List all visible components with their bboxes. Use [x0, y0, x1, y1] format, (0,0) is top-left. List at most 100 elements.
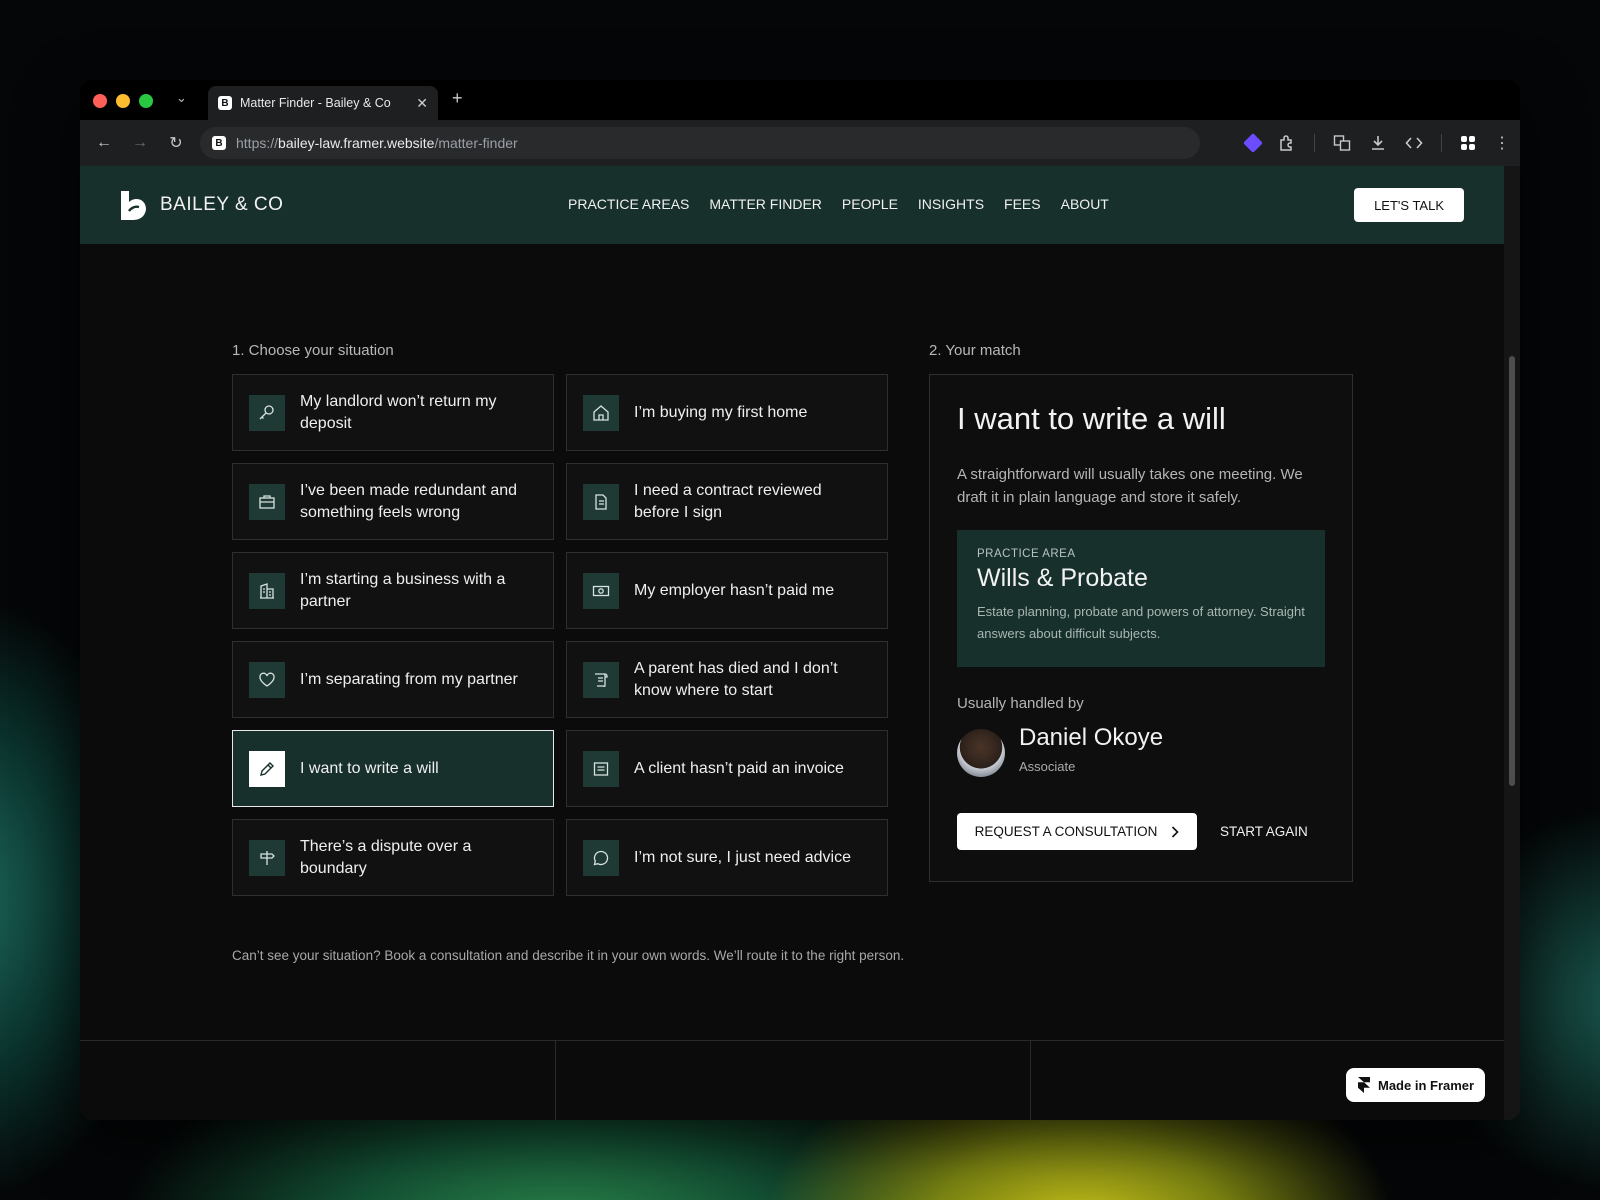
framer-logo-icon — [1358, 1077, 1370, 1093]
scroll-icon — [583, 661, 619, 698]
start-again-button[interactable]: START AGAIN — [1220, 824, 1308, 839]
browser-window: ⌄ B Matter Finder - Bailey & Co ✕ + ← → … — [80, 80, 1520, 1120]
situation-card[interactable]: A parent has died and I don’t know where… — [566, 641, 888, 718]
toolbar-icons: ⋮ — [1243, 120, 1510, 166]
situation-card-selected[interactable]: I want to write a will — [232, 730, 554, 807]
situation-card[interactable]: I’m starting a business with a partner — [232, 552, 554, 629]
key-icon — [249, 394, 285, 431]
practice-area-name: Wills & Probate — [977, 564, 1148, 592]
address-bar[interactable]: B https://bailey-law.framer.website/matt… — [200, 127, 1200, 159]
practice-area-box: PRACTICE AREA Wills & Probate Estate pla… — [957, 530, 1325, 667]
tab-bar: ⌄ B Matter Finder - Bailey & Co ✕ + — [80, 80, 1520, 120]
situation-label: My landlord won’t return my deposit — [300, 392, 497, 432]
reload-icon[interactable]: ↻ — [158, 133, 194, 153]
match-panel: I want to write a will A straightforward… — [929, 374, 1353, 882]
person-name: Daniel Okoye — [1019, 724, 1164, 751]
pen-icon — [249, 750, 285, 787]
extension-diamond-icon[interactable] — [1243, 133, 1263, 153]
site-info-icon[interactable]: B — [212, 136, 226, 150]
tab-close-icon[interactable]: ✕ — [416, 95, 428, 112]
toolbar-separator — [1314, 134, 1315, 152]
banknote-icon — [583, 572, 619, 609]
match-title: I want to write a will — [957, 401, 1226, 436]
situation-label: I’m buying my first home — [634, 403, 808, 421]
nav-fees[interactable]: FEES — [1004, 196, 1041, 212]
invoice-icon — [583, 750, 619, 787]
situation-label: My employer hasn’t paid me — [634, 581, 835, 599]
close-window-button[interactable] — [93, 94, 107, 108]
situation-card[interactable]: My landlord won’t return my deposit — [232, 374, 554, 451]
brand-logo[interactable]: BAILEY & CO — [120, 190, 283, 220]
situation-label: I’m separating from my partner — [300, 670, 518, 688]
scrollbar[interactable] — [1504, 166, 1520, 1120]
situation-card[interactable]: I’ve been made redundant and something f… — [232, 463, 554, 540]
scrollbar-thumb[interactable] — [1509, 356, 1515, 786]
code-brackets-icon[interactable] — [1405, 134, 1423, 152]
download-icon[interactable] — [1369, 134, 1387, 152]
avatar — [957, 729, 1005, 777]
minimize-window-button[interactable] — [116, 94, 130, 108]
logo-mark-icon — [121, 191, 146, 220]
extensions-puzzle-icon[interactable] — [1278, 134, 1296, 152]
footer-column-divider — [1030, 1040, 1031, 1120]
footnote: Can’t see your situation? Book a consult… — [232, 948, 905, 963]
chat-bubble-icon — [583, 839, 619, 876]
document-icon — [583, 483, 619, 520]
nav-practice-areas[interactable]: PRACTICE AREAS — [568, 196, 689, 212]
handled-by-label: Usually handled by — [957, 695, 1084, 712]
situation-grid: My landlord won’t return my deposit I’m … — [232, 374, 888, 896]
situation-label: I’m starting a business with a partner — [300, 570, 506, 610]
request-consultation-button[interactable]: REQUEST A CONSULTATION — [957, 813, 1197, 850]
lets-talk-button[interactable]: LET'S TALK — [1354, 188, 1464, 222]
browser-menu-icon[interactable]: ⋮ — [1494, 133, 1510, 153]
chevron-right-icon — [1172, 825, 1180, 838]
situation-label: I want to write a will — [300, 759, 439, 777]
nav-matter-finder[interactable]: MATTER FINDER — [709, 196, 822, 212]
tab-title: Matter Finder - Bailey & Co — [240, 96, 391, 110]
situation-card[interactable]: There’s a dispute over a boundary — [232, 819, 554, 896]
situation-card[interactable]: I need a contract reviewed before I sign — [566, 463, 888, 540]
situation-label: I’m not sure, I just need advice — [634, 848, 851, 866]
profile-grid-icon[interactable] — [1460, 135, 1476, 151]
situation-card[interactable]: I’m separating from my partner — [232, 641, 554, 718]
maximize-window-button[interactable] — [139, 94, 153, 108]
signpost-icon — [249, 839, 285, 876]
nav-about[interactable]: ABOUT — [1061, 196, 1109, 212]
situation-card[interactable]: I’m buying my first home — [566, 374, 888, 451]
building-icon — [249, 572, 285, 609]
person-role: Associate — [1019, 759, 1076, 774]
back-arrow-icon[interactable]: ← — [86, 134, 122, 152]
made-in-framer-badge[interactable]: Made in Framer — [1346, 1068, 1486, 1102]
main-nav: PRACTICE AREAS MATTER FINDER PEOPLE INSI… — [568, 196, 1109, 212]
step2-label: 2. Your match — [929, 342, 1021, 359]
nav-insights[interactable]: INSIGHTS — [918, 196, 984, 212]
situation-card[interactable]: I’m not sure, I just need advice — [566, 819, 888, 896]
practice-area-description: Estate planning, probate and powers of a… — [977, 604, 1305, 641]
situation-card[interactable]: A client hasn’t paid an invoice — [566, 730, 888, 807]
toolbar-separator — [1441, 134, 1442, 152]
website-viewport: BAILEY & CO PRACTICE AREAS MATTER FINDER… — [80, 166, 1504, 1120]
situation-label: There’s a dispute over a boundary — [300, 837, 472, 877]
request-consultation-label: REQUEST A CONSULTATION — [974, 824, 1158, 839]
new-tab-plus-icon[interactable]: + — [452, 88, 463, 109]
situation-label: I’ve been made redundant and something f… — [300, 481, 518, 521]
translate-icon[interactable] — [1333, 134, 1351, 152]
footer-divider — [80, 1040, 1504, 1041]
situation-label: A parent has died and I don’t know where… — [634, 659, 838, 699]
match-description: A straightforward will usually takes one… — [957, 466, 1303, 506]
home-icon — [583, 394, 619, 431]
site-header: BAILEY & CO PRACTICE AREAS MATTER FINDER… — [80, 166, 1504, 244]
footer-column-divider — [555, 1040, 556, 1120]
tab-search-chevron-icon[interactable]: ⌄ — [176, 90, 187, 106]
step1-label: 1. Choose your situation — [232, 342, 394, 359]
heart-icon — [249, 661, 285, 698]
forward-arrow-icon[interactable]: → — [122, 134, 158, 152]
nav-people[interactable]: PEOPLE — [842, 196, 898, 212]
url-text: https://bailey-law.framer.website/matter… — [236, 135, 518, 151]
situation-card[interactable]: My employer hasn’t paid me — [566, 552, 888, 629]
practice-area-label: PRACTICE AREA — [977, 548, 1076, 560]
brand-name: BAILEY & CO — [160, 194, 284, 215]
browser-tab[interactable]: B Matter Finder - Bailey & Co ✕ — [208, 86, 438, 120]
browser-toolbar: ← → ↻ B https://bailey-law.framer.websit… — [80, 120, 1520, 166]
situation-label: A client hasn’t paid an invoice — [634, 759, 844, 777]
